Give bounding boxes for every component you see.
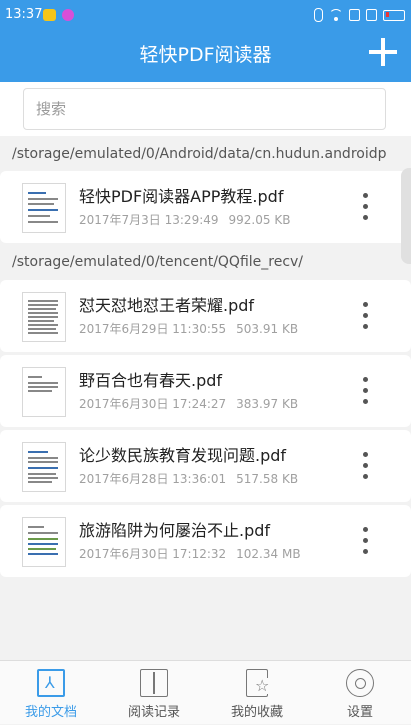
tab-label: 阅读记录 [127,705,180,720]
tab-reading-history[interactable]: 阅读记录 [103,661,205,725]
file-meta: 2017年6月30日 17:24:27 383.97 KB [79,395,298,412]
battery-icon [383,9,405,21]
file-size: 503.91 KB [236,322,299,336]
status-time: 13:37 [5,7,43,22]
bottom-tab-bar: 我的文档 阅读记录 我的收藏 设置 [0,660,411,724]
file-item[interactable]: 野百合也有春天.pdf 2017年6月30日 17:24:27 383.97 KB [0,355,411,427]
gear-icon [346,669,374,697]
status-icons [314,0,405,30]
file-size: 517.58 KB [236,472,299,486]
tab-label: 我的收藏 [230,705,283,720]
more-options-icon[interactable] [361,375,371,407]
folder-path: /storage/emulated/0/tencent/QQfile_recv/ [12,254,304,270]
file-name: 怼天怼地怼王者荣耀.pdf [79,296,255,315]
page-title: 轻快PDF阅读器 [139,44,272,66]
file-size: 992.05 KB [228,213,291,227]
pdf-thumbnail-icon [22,292,66,342]
tab-label: 我的文档 [24,705,77,720]
notification-app-icon [43,9,56,21]
pdf-thumbnail-icon [22,517,66,567]
file-meta: 2017年6月29日 11:30:55 503.91 KB [79,320,298,337]
file-name: 轻快PDF阅读器APP教程.pdf [79,187,284,206]
file-size: 383.97 KB [236,397,299,411]
document-icon [37,669,65,697]
more-options-icon[interactable] [361,300,371,332]
folder-path: /storage/emulated/0/Android/data/cn.hudu… [12,146,387,162]
more-options-icon[interactable] [361,525,371,557]
file-item[interactable]: 论少数民族教育发现问题.pdf 2017年6月28日 13:36:01 517.5… [0,430,411,502]
tab-label: 设置 [346,705,373,720]
sim-icon [349,9,360,21]
search-input[interactable] [23,88,386,130]
pdf-thumbnail-icon [22,367,66,417]
file-date: 2017年6月30日 17:12:32 [79,547,227,561]
vibrate-icon [314,8,323,22]
file-meta: 2017年7月3日 13:29:49 992.05 KB [79,211,290,228]
file-item[interactable]: 轻快PDF阅读器APP教程.pdf 2017年7月3日 13:29:49 992.… [0,171,411,243]
file-date: 2017年6月30日 17:24:27 [79,397,227,411]
file-date: 2017年7月3日 13:29:49 [79,213,219,227]
file-name: 野百合也有春天.pdf [79,371,223,390]
tab-settings[interactable]: 设置 [309,661,411,725]
add-icon[interactable] [369,38,397,66]
search-bar [0,82,411,136]
tab-my-documents[interactable]: 我的文档 [0,661,102,725]
file-item[interactable]: 怼天怼地怼王者荣耀.pdf 2017年6月29日 11:30:55 503.91 … [0,280,411,352]
pdf-thumbnail-icon [22,442,66,492]
file-meta: 2017年6月28日 13:36:01 517.58 KB [79,470,298,487]
file-item[interactable]: 旅游陷阱为何屡治不止.pdf 2017年6月30日 17:12:32 102.34… [0,505,411,577]
sim-2-icon [366,9,377,21]
more-options-icon[interactable] [361,450,371,482]
notification-app-icon-2 [62,9,74,21]
more-options-icon[interactable] [361,191,371,223]
wifi-icon [329,9,343,21]
tab-favorites[interactable]: 我的收藏 [206,661,308,725]
favorite-icon [246,669,270,697]
file-name: 旅游陷阱为何屡治不止.pdf [79,521,271,540]
file-date: 2017年6月29日 11:30:55 [79,322,227,336]
app-header: 13:37 轻快PDF阅读器 [0,0,411,82]
file-meta: 2017年6月30日 17:12:32 102.34 MB [79,545,301,562]
file-date: 2017年6月28日 13:36:01 [79,472,227,486]
file-name: 论少数民族教育发现问题.pdf [79,446,287,465]
status-bar: 13:37 [0,0,411,30]
file-size: 102.34 MB [236,547,301,561]
pdf-thumbnail-icon [22,183,66,233]
book-icon [140,669,168,697]
